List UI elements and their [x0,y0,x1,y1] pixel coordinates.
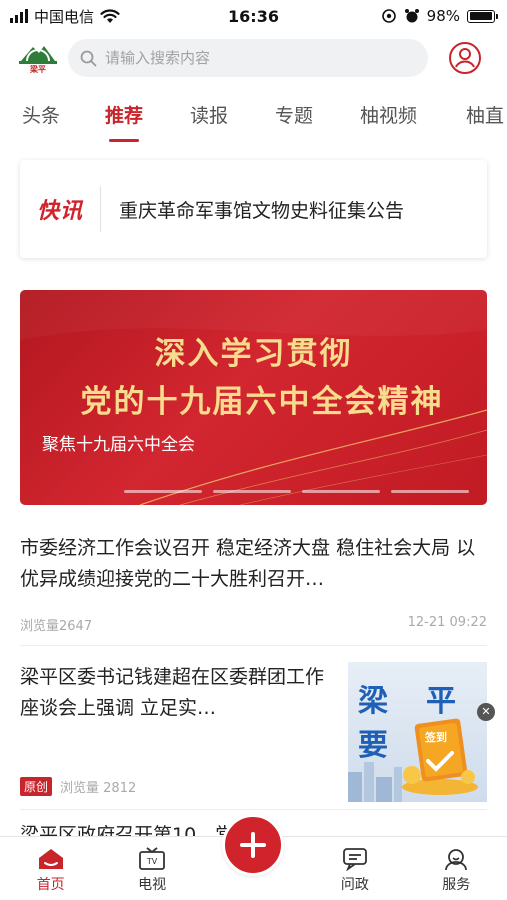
divider [20,809,487,810]
battery-icon [467,9,498,23]
status-right: 98% [381,7,498,25]
flash-headline[interactable]: 重庆革命军事馆文物史料征集公告 [119,196,404,223]
banner-title-line1: 深入学习贯彻 [154,336,353,372]
search-bar[interactable] [68,39,428,77]
news-meta: 浏览量2647 12-21 09:22 [20,615,487,634]
publish-time: 12-21 09:22 [407,615,487,630]
carousel-dot[interactable] [213,490,291,493]
nav-label: 首页 [36,877,65,893]
status-bar: 中国电信 16:36 98% [0,0,507,32]
add-button[interactable] [222,814,284,876]
news-title[interactable]: 梁平区委书记钱建超在区委群团工作座谈会上强调 立足实… [20,662,335,724]
chat-icon [342,848,367,871]
tv-icon: TV [139,847,165,870]
channel-tabs: 头条 推荐 读报 专题 柚视频 柚直 [0,98,507,148]
nav-tv[interactable]: TV 电视 [101,837,202,900]
nav-label: 问政 [340,877,369,893]
divider [20,645,487,646]
status-time: 16:36 [228,6,279,26]
search-input[interactable] [105,49,405,67]
banner-carousel[interactable]: 深入学习贯彻 党的十九届六中全会精神 聚焦十九届六中全会 [20,290,487,505]
banner-caption: 聚焦十九届六中全会 [42,435,195,455]
original-badge: 原创 [20,777,53,796]
carousel-indicators [124,490,469,493]
add-icon [240,832,266,858]
tab-topics[interactable]: 专题 [275,98,313,138]
alarm-icon [404,9,419,23]
signin-label[interactable]: 签到 [425,729,447,745]
user-profile-icon[interactable] [448,41,482,75]
carrier-label: 中国电信 [34,7,95,26]
status-left: 中国电信 [10,6,120,27]
search-icon [80,50,97,66]
nav-label: 服务 [442,877,471,893]
close-icon[interactable]: ✕ [477,703,495,721]
battery-level [469,12,493,20]
tab-video[interactable]: 柚视频 [360,98,417,138]
nav-service[interactable]: 服务 [406,837,507,900]
carousel-dot[interactable] [124,490,202,493]
news-meta: 原创 浏览量 2812 [20,777,136,796]
logo-mark-icon [19,46,57,64]
banner-title-line2: 党的十九届六中全会精神 [80,384,444,420]
news-item[interactable]: 市委经济工作会议召开 稳定经济大盘 稳住社会大局 以优异成绩迎接党的二十大胜利召… [20,533,487,634]
home-icon [38,849,63,869]
flash-news-card[interactable]: 快讯 重庆革命军事馆文物史料征集公告 [20,160,487,258]
nav-label: 电视 [138,877,167,893]
tab-epaper[interactable]: 读报 [190,98,228,138]
carousel-dot[interactable] [391,490,469,493]
tab-headlines[interactable]: 头条 [22,98,60,138]
carousel-dot[interactable] [302,490,380,493]
view-count: 浏览量 2812 [60,781,137,796]
flash-tag: 快讯 [36,199,83,224]
flash-divider [100,186,101,232]
tab-recommended[interactable]: 推荐 [105,98,143,138]
news-title[interactable]: 市委经济工作会议召开 稳定经济大盘 稳住社会大局 以优异成绩迎接党的二十大胜利召… [20,533,487,595]
tab-live[interactable]: 柚直 [466,98,504,138]
signin-widget[interactable] [398,713,482,797]
nav-home[interactable]: 首页 [0,837,101,900]
app-header: 梁平 [0,36,507,80]
nav-inquiry[interactable]: 问政 [304,837,405,900]
wifi-icon [100,8,120,23]
service-icon [445,849,468,871]
signal-icon [10,9,28,23]
battery-percent: 98% [426,7,460,25]
svg-text:TV: TV [146,857,158,866]
rotation-lock-icon [381,9,396,23]
logo-text: 梁平 [30,65,46,74]
view-count: 浏览量2647 [20,619,93,634]
app-logo[interactable]: 梁平 [18,38,58,78]
